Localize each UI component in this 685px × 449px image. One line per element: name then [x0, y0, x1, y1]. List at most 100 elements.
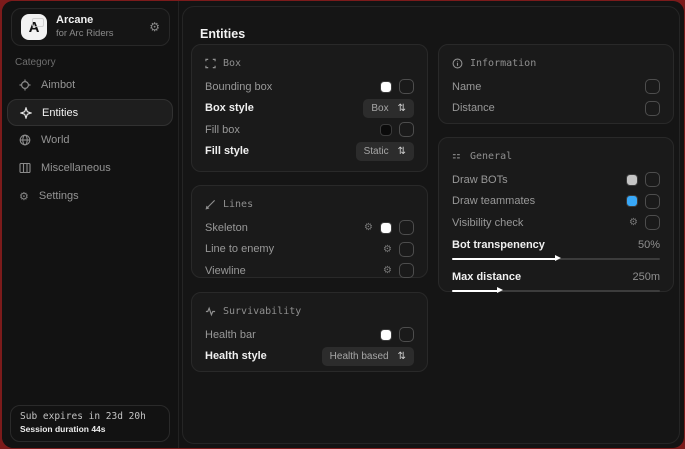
survivability-panel: Survivability Health bar Health style He… — [191, 292, 428, 372]
fill-style-select[interactable]: Static⇅ — [356, 142, 414, 161]
selected-value: Box — [371, 103, 388, 114]
slider-fill — [452, 290, 498, 292]
checkbox[interactable] — [399, 242, 414, 257]
information-panel: Information Name Distance — [438, 44, 674, 124]
setting-row-visibility-check: Visibility check ⚙ — [452, 212, 660, 234]
general-panel: General Draw BOTs Draw teammates Visibil… — [438, 137, 674, 292]
checkbox[interactable] — [645, 172, 660, 187]
color-swatch[interactable] — [380, 81, 392, 93]
setting-row-fill-style: Fill style Static⇅ — [205, 141, 414, 163]
setting-row-fill-box: Fill box — [205, 119, 414, 141]
color-swatch[interactable] — [626, 195, 638, 207]
main-content: Entities Box Bounding box Box style Box⇅… — [182, 6, 680, 444]
setting-row-name: Name — [452, 76, 660, 98]
setting-label: Bot transpenency — [452, 239, 638, 251]
slider-fill — [452, 258, 556, 260]
setting-label: Fill box — [205, 124, 380, 136]
selected-value: Health based — [330, 351, 389, 362]
color-swatch[interactable] — [380, 329, 392, 341]
setting-label: Skeleton — [205, 222, 364, 234]
sidebar-nav: Aimbot Entities World Miscellaneous ⚙ Se… — [2, 71, 178, 210]
sidebar-item-label: Settings — [39, 190, 79, 202]
checkbox[interactable] — [645, 215, 660, 230]
subscription-status: Sub expires in 23d 20h Session duration … — [10, 405, 170, 442]
color-swatch[interactable] — [380, 124, 392, 136]
row-settings-gear-icon[interactable]: ⚙ — [383, 265, 392, 276]
box-style-select[interactable]: Box⇅ — [363, 99, 414, 118]
slider-thumb[interactable] — [497, 287, 503, 293]
color-swatch[interactable] — [626, 174, 638, 186]
app-window: A Arcane for Arc Riders ⚙ Category Aimbo… — [2, 1, 684, 448]
setting-row-bounding-box: Bounding box — [205, 76, 414, 98]
row-settings-gear-icon[interactable]: ⚙ — [364, 222, 373, 233]
setting-label: Max distance — [452, 271, 632, 283]
setting-row-distance: Distance — [452, 98, 660, 120]
setting-label: Box style — [205, 102, 363, 114]
setting-label: Bounding box — [205, 81, 380, 93]
session-duration-text: Session duration 44s — [20, 424, 160, 434]
setting-label: Draw BOTs — [452, 174, 626, 186]
sidebar-item-entities[interactable]: Entities — [7, 99, 173, 126]
settings-gear-icon[interactable]: ⚙ — [149, 20, 160, 34]
slider-thumb[interactable] — [555, 255, 561, 261]
crosshair-icon — [19, 79, 31, 91]
setting-label: Distance — [452, 102, 645, 114]
pencil-line-icon — [205, 199, 216, 210]
sidebar: A Arcane for Arc Riders ⚙ Category Aimbo… — [2, 1, 179, 448]
setting-row-viewline: Viewline ⚙ — [205, 260, 414, 282]
sidebar-item-label: World — [41, 134, 70, 146]
selected-value: Static — [364, 146, 389, 157]
panel-title: Survivability — [223, 306, 301, 317]
sidebar-item-settings[interactable]: ⚙ Settings — [2, 182, 178, 210]
panel-title: General — [470, 151, 512, 162]
sidebar-item-miscellaneous[interactable]: Miscellaneous — [2, 154, 178, 182]
panel-title: Lines — [223, 199, 253, 210]
setting-label: Fill style — [205, 145, 356, 157]
checkbox[interactable] — [399, 327, 414, 342]
setting-row-box-style: Box style Box⇅ — [205, 98, 414, 120]
bot-transparency-slider[interactable] — [452, 255, 660, 263]
checkbox[interactable] — [399, 220, 414, 235]
sidebar-item-label: Entities — [42, 107, 78, 119]
sidebar-item-world[interactable]: World — [2, 126, 178, 154]
grid-icon — [452, 151, 463, 162]
checkbox[interactable] — [399, 122, 414, 137]
app-name: Arcane — [56, 14, 140, 28]
panel-title: Information — [470, 58, 536, 69]
max-distance-slider[interactable] — [452, 287, 660, 295]
setting-label: Visibility check — [452, 217, 629, 229]
app-subtitle: for Arc Riders — [56, 28, 140, 40]
checkbox[interactable] — [645, 79, 660, 94]
checkbox[interactable] — [399, 79, 414, 94]
setting-label: Health bar — [205, 329, 380, 341]
slider-value: 250m — [632, 271, 660, 283]
color-swatch[interactable] — [380, 222, 392, 234]
entities-icon — [20, 107, 32, 119]
setting-label: Draw teammates — [452, 195, 626, 207]
box-panel: Box Bounding box Box style Box⇅ Fill box… — [191, 44, 428, 172]
row-settings-gear-icon[interactable]: ⚙ — [629, 217, 638, 228]
page-title: Entities — [200, 27, 245, 41]
globe-icon — [19, 134, 31, 146]
setting-row-draw-teammates: Draw teammates — [452, 191, 660, 213]
sidebar-item-aimbot[interactable]: Aimbot — [2, 71, 178, 99]
checkbox[interactable] — [399, 263, 414, 278]
setting-label: Name — [452, 81, 645, 93]
columns-icon — [19, 162, 31, 174]
checkbox[interactable] — [645, 101, 660, 116]
setting-row-line-to-enemy: Line to enemy ⚙ — [205, 239, 414, 261]
sub-expires-text: Sub expires in 23d 20h — [20, 411, 160, 422]
setting-label: Health style — [205, 350, 322, 362]
row-settings-gear-icon[interactable]: ⚙ — [383, 244, 392, 255]
checkbox[interactable] — [645, 194, 660, 209]
sidebar-item-label: Aimbot — [41, 79, 75, 91]
setting-row-max-distance: Max distance 250m — [452, 269, 660, 295]
category-label: Category — [15, 57, 56, 68]
health-style-select[interactable]: Health based⇅ — [322, 347, 414, 366]
logo-letter: A — [29, 19, 40, 36]
lines-panel: Lines Skeleton ⚙ Line to enemy ⚙ Viewlin… — [191, 185, 428, 278]
setting-row-skeleton: Skeleton ⚙ — [205, 217, 414, 239]
info-icon — [452, 58, 463, 69]
gear-icon: ⚙ — [19, 190, 29, 203]
mouse-cursor — [2, 438, 11, 448]
